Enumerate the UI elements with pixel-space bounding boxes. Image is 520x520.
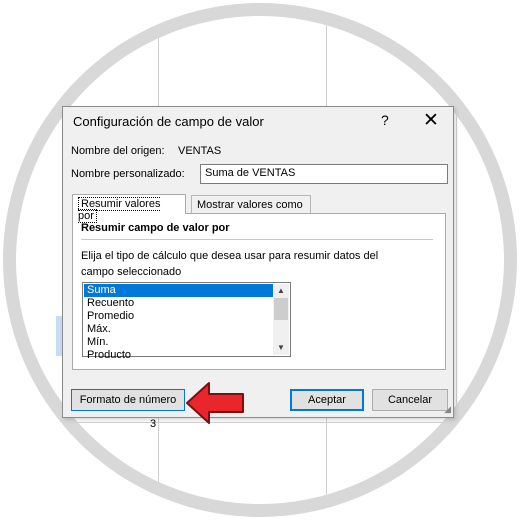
number-format-button[interactable]: Formato de número <box>71 389 185 411</box>
tab-summarize-values[interactable]: Resumir valores por <box>72 194 186 223</box>
divider <box>81 239 433 240</box>
list-item-m-x[interactable]: Máx. <box>84 323 273 336</box>
cell-value: 3 <box>150 418 157 430</box>
chevron-down-icon[interactable]: ▼ <box>273 341 289 355</box>
close-button[interactable]: ✕ <box>423 109 439 132</box>
scroll-thumb[interactable] <box>274 298 288 320</box>
dialog-title: Configuración de campo de valor <box>73 114 264 129</box>
group-title: Resumir campo de valor por <box>81 222 230 234</box>
resize-grip-icon[interactable]: ◢ <box>444 404 451 415</box>
source-name-label: Nombre del origen: <box>71 145 165 157</box>
tab-show-values-as[interactable]: Mostrar valores como <box>191 195 311 214</box>
calculation-type-list[interactable]: Suma Recuento Promedio Máx. Mín. Producto ▲ ▼ <box>82 282 291 361</box>
list-item-producto[interactable]: Producto <box>84 349 273 362</box>
custom-name-label: Nombre personalizado: <box>71 168 185 180</box>
tab-label: Mostrar valores como <box>197 199 303 211</box>
red-arrow-icon <box>186 382 244 424</box>
tab-panel: Resumir campo de valor por Elija el tipo… <box>72 213 446 370</box>
chevron-up-icon[interactable]: ▲ <box>273 284 289 298</box>
help-button[interactable]: ? <box>381 112 389 128</box>
custom-name-input[interactable]: Suma de VENTAS <box>200 164 448 184</box>
list-item-m-n[interactable]: Mín. <box>84 336 273 349</box>
accept-button[interactable]: Aceptar <box>290 389 364 411</box>
value-field-settings-dialog: Configuración de campo de valor ? ✕ Nomb… <box>62 106 454 418</box>
list-item-recuento[interactable]: Recuento <box>84 297 273 310</box>
list-item-promedio[interactable]: Promedio <box>84 310 273 323</box>
grid-line <box>16 422 504 423</box>
list-items: Suma Recuento Promedio Máx. Mín. Producto <box>84 284 273 362</box>
cancel-button[interactable]: Cancelar <box>372 389 448 411</box>
grid-line <box>456 16 457 504</box>
calc-description: Elija el tipo de cálculo que desea usar … <box>81 250 379 278</box>
list-item-suma[interactable]: Suma <box>84 284 273 297</box>
source-name-value: VENTAS <box>178 145 222 157</box>
list-scrollbar[interactable]: ▲ ▼ <box>273 284 289 355</box>
